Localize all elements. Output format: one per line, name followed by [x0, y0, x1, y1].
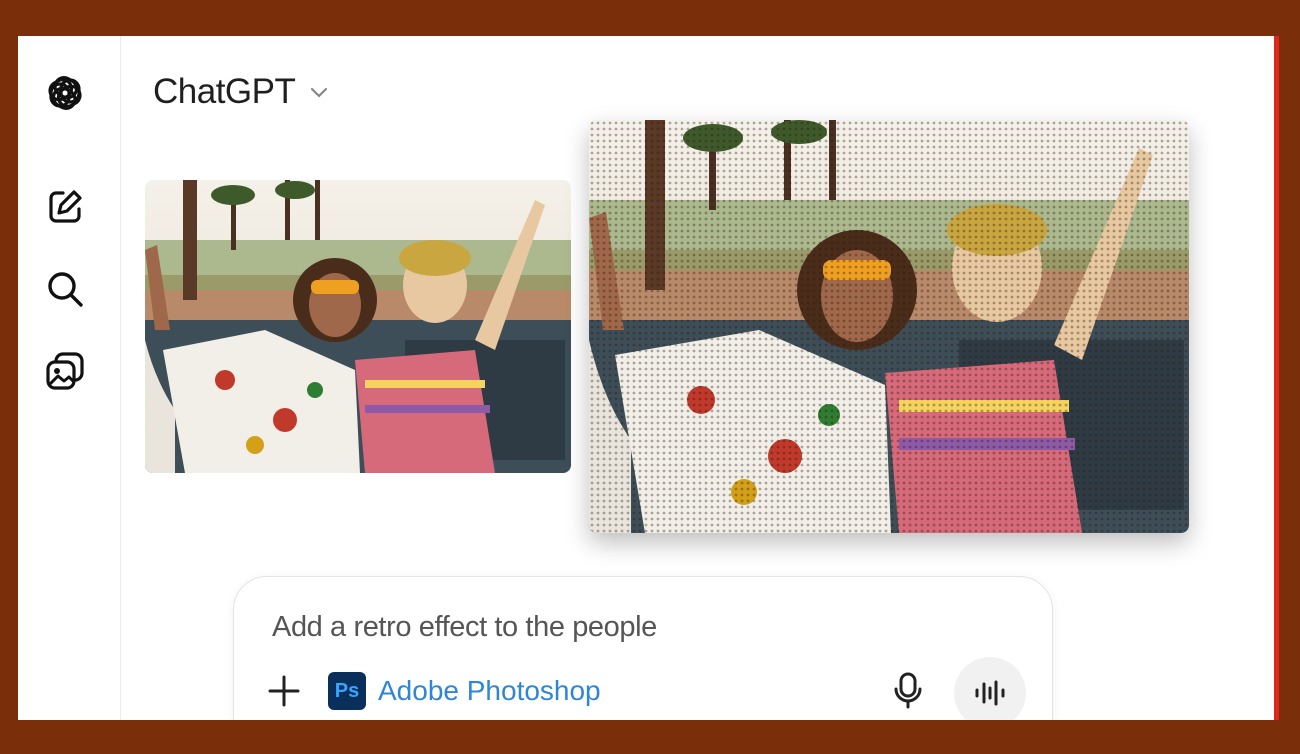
model-switcher[interactable]: ChatGPT — [153, 68, 331, 116]
photoshop-tool-chip[interactable]: Ps Adobe Photoshop — [328, 671, 601, 711]
voice-waveform-icon — [975, 680, 1005, 706]
add-attachment-button[interactable] — [264, 671, 304, 711]
prompt-composer[interactable]: Add a retro effect to the people Ps Adob… — [233, 576, 1053, 720]
model-name: ChatGPT — [153, 72, 296, 111]
sidebar — [18, 36, 121, 720]
photoshop-icon: Ps — [328, 672, 366, 710]
voice-mode-button[interactable] — [954, 657, 1026, 720]
dictate-button[interactable] — [886, 669, 930, 713]
plus-icon — [268, 675, 300, 707]
tool-label: Adobe Photoshop — [378, 675, 601, 706]
openai-logo-icon[interactable] — [40, 68, 90, 118]
images-library-icon[interactable] — [40, 346, 90, 396]
chevron-down-icon — [311, 87, 328, 98]
original-photo[interactable] — [145, 180, 571, 473]
new-chat-icon[interactable] — [40, 182, 90, 232]
prompt-input[interactable]: Add a retro effect to the people — [272, 611, 657, 644]
search-icon[interactable] — [40, 264, 90, 314]
chatgpt-window: ChatGPT Add a retro effect to the people… — [18, 36, 1276, 720]
microphone-icon — [894, 672, 922, 709]
retro-effect-photo[interactable] — [589, 120, 1189, 533]
window-edge — [1274, 36, 1279, 720]
main-area: ChatGPT Add a retro effect to the people… — [121, 36, 1276, 720]
